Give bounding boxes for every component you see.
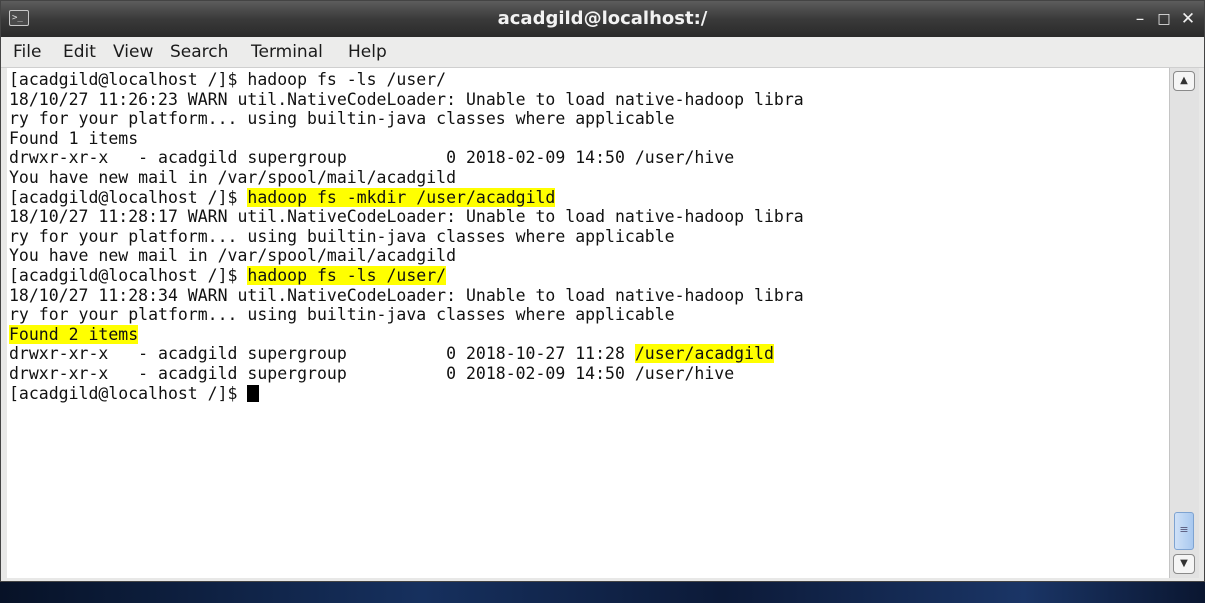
highlighted-text: Found 2 items (9, 324, 139, 344)
terminal-text-segment: You have new mail in /var/spool/mail/aca… (9, 167, 457, 187)
terminal-text-segment: [acadgild@localhost /]$ (9, 187, 248, 207)
terminal-line: ry for your platform... using builtin-ja… (9, 305, 1169, 325)
menu-help[interactable]: Help (348, 37, 387, 67)
menu-edit[interactable]: Edit (63, 37, 96, 67)
desktop-background (0, 582, 1205, 603)
scrollbar-thumb[interactable]: ≡ (1174, 512, 1194, 550)
terminal-line: [acadgild@localhost /]$ hadoop fs -ls /u… (9, 265, 1169, 286)
menu-bar: File Edit View Search Terminal Help (1, 37, 1204, 68)
terminal-line: 18/10/27 11:28:34 WARN util.NativeCodeLo… (9, 286, 1169, 306)
terminal-line: Found 2 items (9, 324, 1169, 345)
terminal-line: [acadgild@localhost /]$ hadoop fs -mkdir… (9, 187, 1169, 208)
terminal-line: ry for your platform... using builtin-ja… (9, 109, 1169, 129)
terminal-text-segment: 18/10/27 11:28:17 WARN util.NativeCodeLo… (9, 207, 804, 227)
terminal-output[interactable]: [acadgild@localhost /]$ hadoop fs -ls /u… (7, 68, 1169, 578)
terminal-line: drwxr-xr-x - acadgild supergroup 0 2018-… (9, 344, 1169, 364)
terminal-line: 18/10/27 11:28:17 WARN util.NativeCodeLo… (9, 207, 1169, 227)
maximize-button[interactable]: □ (1152, 1, 1176, 37)
menu-view[interactable]: View (113, 37, 153, 67)
terminal-text-segment: Found 1 items (9, 128, 139, 148)
terminal-text-segment: 18/10/27 11:26:23 WARN util.NativeCodeLo… (9, 89, 804, 109)
title-bar[interactable]: >_ acadgild@localhost:/ – □ ✕ (1, 1, 1204, 37)
vertical-scrollbar[interactable]: ▲ ≡ ▼ (1169, 68, 1199, 578)
terminal-text-segment: drwxr-xr-x - acadgild supergroup 0 2018-… (9, 363, 735, 383)
terminal-text-segment: You have new mail in /var/spool/mail/aca… (9, 246, 457, 266)
menu-file[interactable]: File (13, 37, 41, 67)
text-cursor (247, 384, 260, 402)
terminal-line: drwxr-xr-x - acadgild supergroup 0 2018-… (9, 364, 1169, 384)
terminal-line: [acadgild@localhost /]$ (9, 384, 1169, 404)
terminal-line: drwxr-xr-x - acadgild supergroup 0 2018-… (9, 148, 1169, 168)
terminal-text-segment: ry for your platform... using builtin-ja… (9, 305, 675, 325)
terminal-text-segment: [acadgild@localhost /]$ (9, 265, 248, 285)
menu-terminal[interactable]: Terminal (251, 37, 323, 67)
terminal-text: [acadgild@localhost /]$ hadoop fs -ls /u… (7, 68, 1169, 403)
terminal-line: Found 1 items (9, 129, 1169, 149)
highlighted-text: hadoop fs -ls /user/ (247, 265, 447, 285)
terminal-text-segment: ry for your platform... using builtin-ja… (9, 109, 675, 129)
window-title: acadgild@localhost:/ (497, 8, 708, 29)
terminal-text-segment: [acadgild@localhost /]$ hadoop fs -ls /u… (9, 70, 447, 89)
terminal-window: >_ acadgild@localhost:/ – □ ✕ File Edit … (0, 0, 1205, 582)
highlighted-text: hadoop fs -mkdir /user/acadgild (247, 187, 556, 207)
terminal-text-segment: 18/10/27 11:28:34 WARN util.NativeCodeLo… (9, 285, 804, 305)
terminal-text-segment: ry for your platform... using builtin-ja… (9, 226, 675, 246)
close-button[interactable]: ✕ (1176, 1, 1200, 37)
minimize-button[interactable]: – (1128, 1, 1152, 37)
terminal-line: [acadgild@localhost /]$ hadoop fs -ls /u… (9, 70, 1169, 90)
scroll-up-icon[interactable]: ▲ (1173, 71, 1195, 91)
menu-search[interactable]: Search (170, 37, 228, 67)
terminal-line: ry for your platform... using builtin-ja… (9, 227, 1169, 247)
scroll-down-icon[interactable]: ▼ (1173, 554, 1195, 574)
terminal-line: You have new mail in /var/spool/mail/aca… (9, 168, 1169, 188)
terminal-text-segment: drwxr-xr-x - acadgild supergroup 0 2018-… (9, 148, 735, 168)
highlighted-text: /user/acadgild (634, 344, 774, 364)
terminal-line: You have new mail in /var/spool/mail/aca… (9, 246, 1169, 266)
terminal-line: 18/10/27 11:26:23 WARN util.NativeCodeLo… (9, 90, 1169, 110)
terminal-text-segment: [acadgild@localhost /]$ (9, 383, 248, 403)
terminal-text-segment: drwxr-xr-x - acadgild supergroup 0 2018-… (9, 344, 635, 364)
